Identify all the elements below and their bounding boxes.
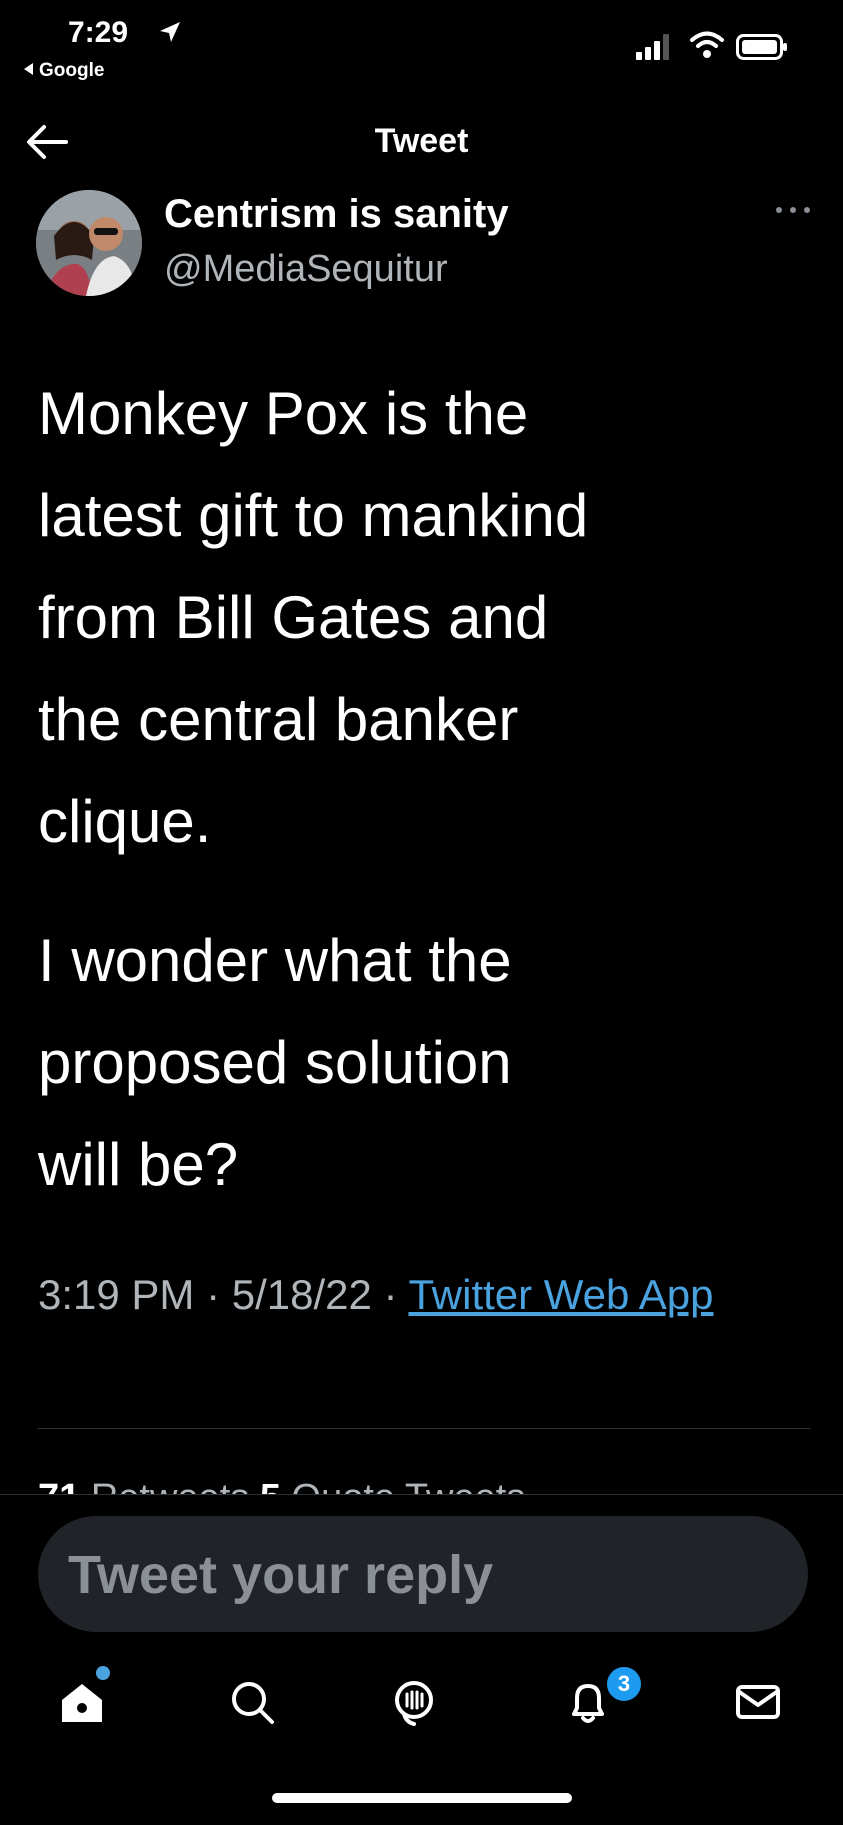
spaces-icon <box>395 1681 433 1726</box>
back-to-app-link[interactable]: Google <box>24 60 104 82</box>
status-bar: 7:29 Google <box>0 0 843 90</box>
signal-icon <box>636 34 669 60</box>
divider <box>38 1428 810 1429</box>
location-arrow-icon <box>160 22 180 42</box>
battery-icon <box>736 34 787 60</box>
reply-placeholder: Tweet your reply <box>68 1545 494 1605</box>
wifi-icon <box>690 31 724 58</box>
more-options-icon[interactable] <box>770 200 816 220</box>
tweet-meta: 3:19 PM · 5/18/22 · Twitter Web App <box>38 1263 818 1327</box>
notifications-badge: 3 <box>604 1664 644 1704</box>
display-name[interactable]: Centrism is sanity <box>164 192 509 237</box>
retweets-count[interactable]: 71 <box>38 1477 80 1494</box>
search-icon <box>232 1682 274 1724</box>
engagement-counts: 71 Retweets 5 Quote Tweets <box>38 1468 525 1494</box>
tab-messages[interactable] <box>728 1672 788 1732</box>
tab-spaces[interactable] <box>384 1672 444 1732</box>
back-triangle-icon <box>24 63 33 75</box>
messages-icon <box>736 1685 780 1719</box>
reply-input[interactable]: Tweet your reply <box>38 1516 808 1632</box>
new-content-dot <box>96 1666 110 1680</box>
avatar[interactable] <box>36 190 142 296</box>
tweet-text-paragraph-1: Monkey Pox is the latest gift to mankind… <box>38 380 589 855</box>
tab-home[interactable] <box>52 1672 112 1732</box>
page-title: Tweet <box>374 122 469 160</box>
home-indicator[interactable] <box>272 1793 572 1803</box>
tab-search[interactable] <box>222 1672 282 1732</box>
user-handle[interactable]: @MediaSequitur <box>164 248 448 291</box>
tweet-timestamp: 3:19 PM · 5/18/22 · <box>38 1271 409 1318</box>
back-app-label: Google <box>39 60 105 81</box>
quote-tweets-count[interactable]: 5 <box>260 1477 281 1494</box>
home-icon <box>62 1684 102 1722</box>
avatar-photo <box>36 190 142 296</box>
retweets-label[interactable]: Retweets <box>91 1477 249 1494</box>
top-header: Tweet <box>0 100 843 180</box>
divider <box>0 1494 843 1495</box>
status-time: 7:29 <box>68 16 129 49</box>
tweet-text-paragraph-2: I wonder what the proposed solution will… <box>38 927 512 1198</box>
quote-tweets-label[interactable]: Quote Tweets <box>292 1477 526 1494</box>
source-link[interactable]: Twitter Web App <box>408 1271 713 1318</box>
